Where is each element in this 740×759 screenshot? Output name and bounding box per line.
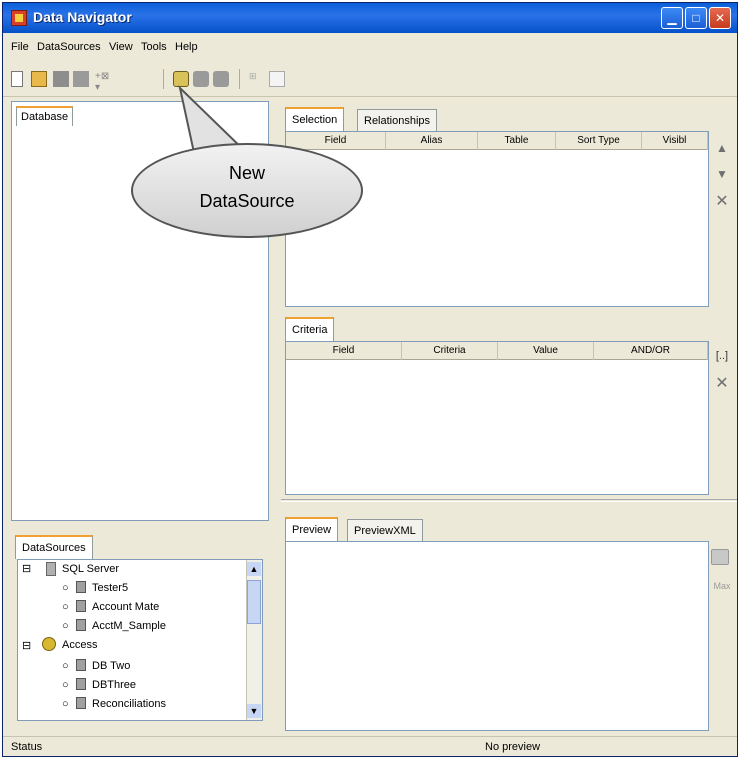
callout-line-2: DataSource [199, 191, 295, 211]
callout-line-1: New [228, 163, 265, 183]
new-datasource-callout: New DataSource [131, 143, 363, 238]
callout-pointer [178, 84, 253, 164]
